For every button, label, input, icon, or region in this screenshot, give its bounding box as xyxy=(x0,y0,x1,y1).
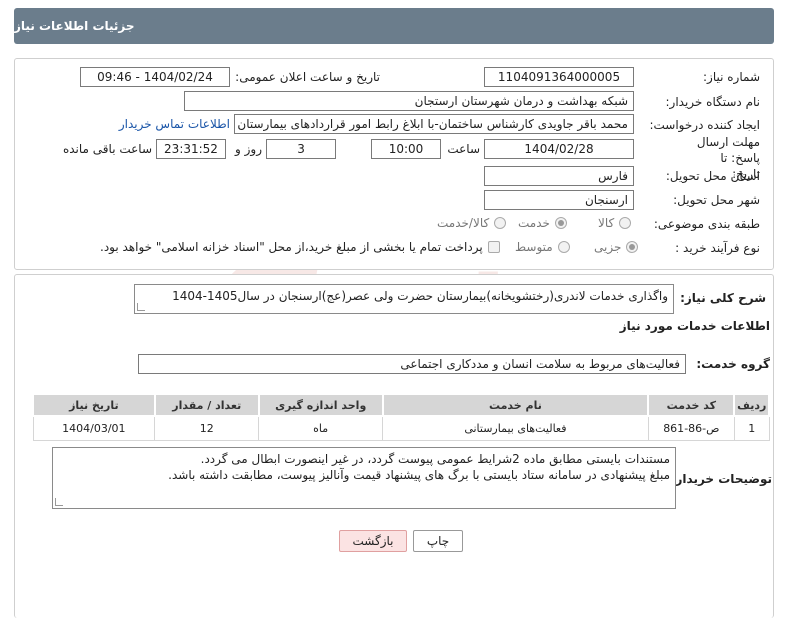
payment-treasury-option[interactable]: پرداخت تمام یا بخشی از مبلغ خرید،از محل … xyxy=(100,240,500,254)
days-remaining-field: 3 xyxy=(266,139,336,159)
cell-service-name: فعالیت‌های بیمارستانی xyxy=(382,415,649,441)
payment-treasury-checkbox[interactable] xyxy=(487,241,500,253)
col-unit: واحد اندازه گیری xyxy=(257,393,384,417)
category-option-goods[interactable]: کالا xyxy=(598,216,632,230)
category-radio-goods[interactable] xyxy=(619,217,632,229)
col-service-name: نام خدمت xyxy=(381,393,650,417)
process-option-minor[interactable]: جزیی xyxy=(594,240,639,254)
province-field: فارس xyxy=(484,166,634,186)
resize-handle-icon[interactable] xyxy=(137,303,145,311)
col-quantity: تعداد / مقدار xyxy=(153,393,260,417)
process-radio-medium[interactable] xyxy=(557,241,570,253)
days-label: روز و xyxy=(235,142,262,156)
table-row: 1 ص-86-861 فعالیت‌های بیمارستانی ماه 12 … xyxy=(32,415,770,441)
creator-label: ایجاد کننده درخواست: xyxy=(649,118,760,132)
deadline-time-field: 10:00 xyxy=(371,139,441,159)
description-textarea: واگذاری خدمات لاندری(رختشویخانه)بیمارستا… xyxy=(134,284,674,314)
description-label: شرح کلی نیاز: xyxy=(680,291,766,305)
city-field: ارسنجان xyxy=(484,190,634,210)
cell-unit: ماه xyxy=(258,415,384,441)
buyer-notes-line-2: مبلغ پیشنهادی در سامانه ستاد بایستی با ب… xyxy=(168,468,670,482)
col-service-code: کد خدمت xyxy=(647,393,736,417)
cell-need-date: 1404/03/01 xyxy=(32,415,156,441)
resize-handle-icon[interactable] xyxy=(55,498,63,506)
print-button[interactable]: چاپ xyxy=(413,530,463,552)
cell-quantity: 12 xyxy=(154,415,260,441)
category-option-service[interactable]: خدمت xyxy=(518,216,567,230)
category-radio-goods-service[interactable] xyxy=(494,217,507,229)
services-table: ردیف کد خدمت نام خدمت واحد اندازه گیری ت… xyxy=(32,393,770,441)
buyer-org-label: نام دستگاه خریدار: xyxy=(665,95,761,109)
process-option-medium[interactable]: متوسط xyxy=(515,240,570,254)
cell-service-code: ص-86-861 xyxy=(647,415,735,441)
services-section-title: اطلاعات خدمات مورد نیاز xyxy=(619,319,770,333)
remaining-time-label: ساعت باقی مانده xyxy=(62,142,152,156)
deadline-time-label: ساعت xyxy=(447,142,480,156)
category-option-goods-service[interactable]: کالا/خدمت xyxy=(437,216,507,230)
category-label: طبقه بندی موضوعی: xyxy=(653,217,760,231)
deadline-date-field: 1404/02/28 xyxy=(484,139,634,159)
col-row-number: ردیف xyxy=(733,393,770,417)
col-need-date: تاریخ نیاز xyxy=(32,393,156,417)
need-number-field: 1104091364000005 xyxy=(484,67,634,87)
need-info-section xyxy=(14,58,774,270)
service-group-field: فعالیت‌های مربوط به سلامت انسان و مددکار… xyxy=(138,354,686,374)
buyer-notes-textarea: مستندات بایستی مطابق ماده 2شرایط عمومی پ… xyxy=(52,447,676,509)
process-label: نوع فرآیند خرید : xyxy=(675,241,760,255)
page-title: جزئیات اطلاعات نیاز xyxy=(14,8,774,44)
remaining-time-field: 23:31:52 xyxy=(156,139,226,159)
services-table-wrapper: ردیف کد خدمت نام خدمت واحد اندازه گیری ت… xyxy=(32,393,770,441)
province-label: استان محل تحویل: xyxy=(665,169,760,183)
table-header-row: ردیف کد خدمت نام خدمت واحد اندازه گیری ت… xyxy=(32,393,770,417)
category-radio-service[interactable] xyxy=(554,217,567,229)
announce-datetime-label: تاریخ و ساعت اعلان عمومی: xyxy=(235,70,380,84)
service-group-label: گروه خدمت: xyxy=(696,357,770,371)
buyer-notes-line-1: مستندات بایستی مطابق ماده 2شرایط عمومی پ… xyxy=(200,452,670,466)
buyer-org-field: شبکه بهداشت و درمان شهرستان ارستجان xyxy=(184,91,634,111)
process-radio-minor[interactable] xyxy=(626,241,639,253)
announce-datetime-field: 1404/02/24 - 09:46 xyxy=(80,67,230,87)
cell-row-number: 1 xyxy=(733,415,770,441)
creator-field: محمد باقر جاویدی کارشناس ساختمان-با ابلا… xyxy=(234,114,634,134)
need-number-label: شماره نیاز: xyxy=(703,70,760,84)
back-button[interactable]: بازگشت xyxy=(339,530,407,552)
buyer-contact-link[interactable]: اطلاعات تماس خریدار xyxy=(118,117,230,131)
buyer-notes-label: توضیحات خریدار: xyxy=(670,472,772,486)
city-label: شهر محل تحویل: xyxy=(673,193,760,207)
